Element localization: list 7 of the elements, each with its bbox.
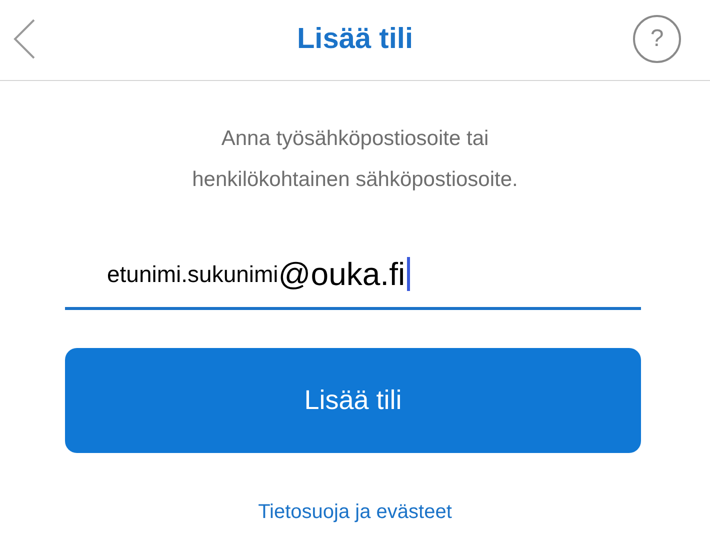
privacy-link[interactable]: Tietosuoja ja evästeet — [258, 497, 452, 527]
email-input-field[interactable]: etunimi.sukunimi@ouka.fi — [65, 247, 641, 310]
help-button[interactable]: ? — [633, 15, 681, 63]
instruction-text: Anna työsähköpostiosoite tai henkilökohtainen sähköpostiosoite. — [191, 126, 519, 193]
screen-title: Lisää tili — [296, 22, 414, 58]
add-account-button[interactable]: Lisää tili — [65, 348, 641, 453]
back-icon[interactable] — [12, 18, 36, 60]
